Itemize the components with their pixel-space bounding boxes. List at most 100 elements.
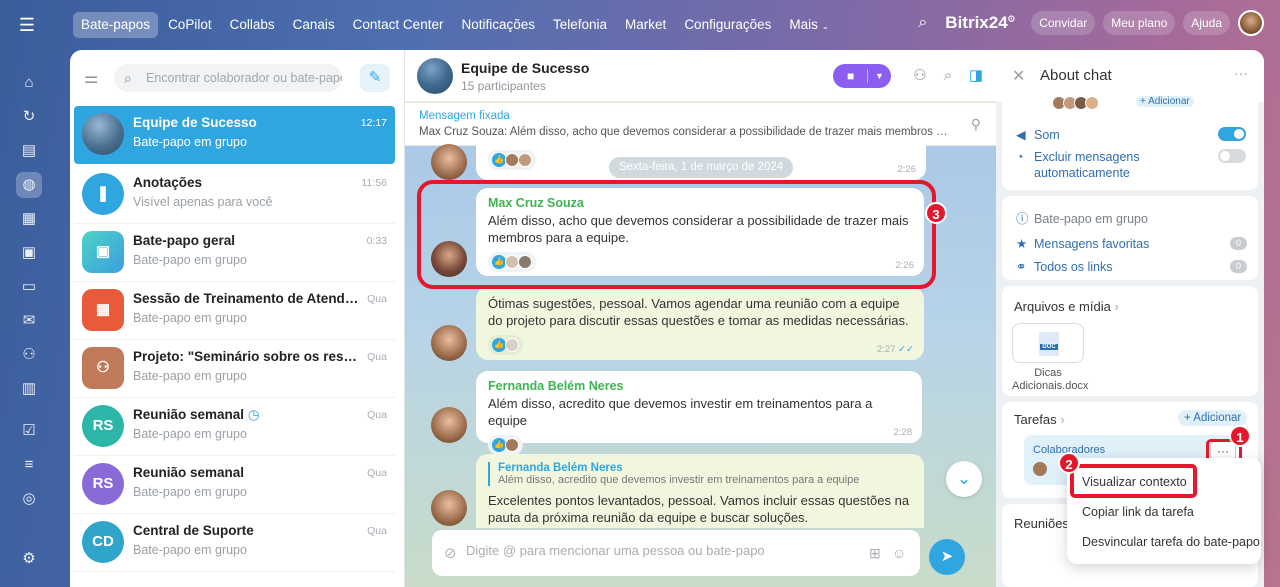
- chat-list-panel: ⚌ ⌕ Encontrar colaborador ou bate-papo ✎ …: [70, 50, 404, 587]
- menu-item-unlink-task[interactable]: Desvincular tarefa do bate-papo: [1082, 535, 1260, 549]
- feed-icon[interactable]: ▤: [16, 138, 42, 164]
- links-row[interactable]: ⚭ Todos os links: [1016, 259, 1113, 274]
- chat-name: Bate-papo geral: [133, 233, 236, 248]
- links-count: 0: [1230, 260, 1247, 273]
- reactions[interactable]: 👍: [488, 335, 523, 355]
- tasks-title[interactable]: Tarefas ›: [1014, 412, 1065, 427]
- chat-list-item[interactable]: CD Central de Suporte Bate-papo em grupo…: [74, 514, 395, 572]
- favorites-row[interactable]: ★ Mensagens favoritas: [1016, 236, 1149, 251]
- quoted-message[interactable]: Fernanda Belém Neres Além disso, acredit…: [488, 462, 912, 486]
- files-title[interactable]: Arquivos e mídia ›: [1014, 299, 1119, 314]
- add-user-icon[interactable]: ⚇: [910, 66, 930, 86]
- clock-icon: ◷: [247, 407, 260, 422]
- crm-icon[interactable]: ▭: [16, 274, 42, 300]
- help-button[interactable]: Ajuda: [1183, 11, 1230, 35]
- chat-time: Qua: [367, 467, 387, 479]
- attach-icon[interactable]: ⊘: [444, 544, 457, 562]
- contacts-icon[interactable]: ⚇: [16, 342, 42, 368]
- brand-logo[interactable]: Bitrix24⊙: [945, 13, 1015, 33]
- nav-configuracoes[interactable]: Configurações: [676, 12, 779, 38]
- chats-icon[interactable]: ◍: [16, 172, 42, 198]
- file-card[interactable]: DOC: [1012, 323, 1084, 363]
- chat-list-item[interactable]: ▦ Sessão de Treinamento de Atendiment...…: [74, 282, 395, 340]
- chat-type-label: Bate-papo em grupo: [1034, 212, 1148, 226]
- tasks-icon[interactable]: ☑: [16, 418, 42, 444]
- nav-bate-papos[interactable]: Bate-papos: [73, 12, 159, 38]
- chat-name-text: Reunião semanal: [133, 407, 245, 422]
- chat-avatar: [82, 113, 124, 155]
- emoji-icon[interactable]: ☺: [892, 545, 906, 561]
- chat-header-avatar[interactable]: [417, 58, 453, 94]
- nav-telefonia[interactable]: Telefonia: [545, 12, 615, 38]
- video-call-button[interactable]: ■ ▼: [833, 64, 891, 88]
- more-icon[interactable]: ···: [1234, 65, 1248, 81]
- pin-icon[interactable]: ⚲: [971, 116, 981, 133]
- mail-icon[interactable]: ✉: [16, 308, 42, 334]
- search-icon[interactable]: ⌕: [938, 66, 958, 86]
- author-avatar[interactable]: [431, 490, 467, 526]
- chat-list-item[interactable]: Equipe de Sucesso Bate-papo em grupo 12:…: [74, 106, 395, 164]
- chat-title[interactable]: Equipe de Sucesso: [461, 60, 589, 76]
- reactions[interactable]: 👍: [488, 150, 536, 170]
- nav-mais[interactable]: Mais ⌄: [781, 12, 837, 38]
- filter-sliders-icon[interactable]: ⚌: [84, 68, 104, 88]
- author-avatar[interactable]: [431, 407, 467, 443]
- nav-canais[interactable]: Canais: [285, 12, 343, 38]
- sidebar-toggle-icon[interactable]: ◨: [966, 66, 986, 86]
- author-avatar[interactable]: [431, 325, 467, 361]
- message-author[interactable]: Fernanda Belém Neres: [488, 379, 910, 393]
- member-avatars[interactable]: [1052, 96, 1099, 110]
- documents-icon[interactable]: ▣: [16, 240, 42, 266]
- sound-toggle[interactable]: [1218, 127, 1246, 141]
- nav-contact-center[interactable]: Contact Center: [345, 12, 452, 38]
- scroll-down-button[interactable]: ⌄: [946, 461, 982, 497]
- message-bubble[interactable]: Ótimas sugestões, pessoal. Vamos agendar…: [476, 287, 924, 360]
- apps-grid-icon[interactable]: ⊞: [869, 545, 881, 562]
- about-title: About chat: [1040, 67, 1112, 84]
- calendar-icon[interactable]: ▦: [16, 206, 42, 232]
- auto-delete-toggle[interactable]: [1218, 149, 1246, 163]
- plan-button[interactable]: Meu plano: [1103, 11, 1176, 35]
- chat-search-input[interactable]: ⌕ Encontrar colaborador ou bate-papo: [114, 64, 342, 92]
- chat-list-header: ⚌ ⌕ Encontrar colaborador ou bate-papo ✎: [70, 50, 404, 106]
- nav-notificacoes[interactable]: Notificações: [453, 12, 543, 38]
- goals-icon[interactable]: ◎: [16, 486, 42, 512]
- home-icon[interactable]: ⌂: [16, 70, 42, 96]
- pinned-text: Max Cruz Souza: Além disso, acho que dev…: [419, 126, 949, 138]
- video-camera-icon: ■: [847, 69, 855, 83]
- chat-list-item[interactable]: RS Reunião semanal ◷ Bate-papo em grupo …: [74, 398, 395, 456]
- filter-icon[interactable]: ≡: [16, 452, 42, 478]
- invite-button[interactable]: Convidar: [1031, 11, 1096, 35]
- message-bubble[interactable]: Fernanda Belém Neres Além disso, acredit…: [476, 454, 924, 528]
- file-name[interactable]: Dicas Adicionais.docx: [1012, 367, 1088, 393]
- settings-gear-icon[interactable]: ⚙: [16, 546, 42, 572]
- nav-market[interactable]: Market: [617, 12, 674, 38]
- message-bubble[interactable]: Fernanda Belém Neres Além disso, acredit…: [476, 371, 922, 455]
- chat-list-item[interactable]: ▣ Bate-papo geral Bate-papo em grupo 0:3…: [74, 224, 395, 282]
- add-member-button[interactable]: + Adicionar: [1136, 96, 1194, 107]
- nav-collabs[interactable]: Collabs: [222, 12, 283, 38]
- sites-icon[interactable]: ▥: [16, 376, 42, 402]
- author-avatar[interactable]: [431, 144, 467, 180]
- user-avatar[interactable]: [1238, 10, 1264, 36]
- new-chat-button[interactable]: ✎: [360, 64, 390, 92]
- chat-list-item[interactable]: ⚇ Projeto: "Seminário sobre os resultado…: [74, 340, 395, 398]
- add-task-button[interactable]: + Adicionar: [1178, 410, 1248, 426]
- hamburger-menu-icon[interactable]: ☰: [16, 14, 38, 36]
- menu-item-copy-link[interactable]: Copiar link da tarefa: [1082, 505, 1194, 519]
- brand-name: Bitrix24: [945, 13, 1008, 32]
- chat-list-item[interactable]: RS Reunião semanal Bate-papo em grupo Qu…: [74, 456, 395, 514]
- chat-list-item[interactable]: ❚ Anotações Visível apenas para você 11:…: [74, 166, 395, 224]
- meetings-title[interactable]: Reuniões: [1014, 516, 1069, 531]
- close-icon[interactable]: ✕: [1012, 66, 1025, 86]
- flow-icon[interactable]: ↻: [16, 104, 42, 130]
- callout-1: 1: [1229, 425, 1251, 447]
- reactions[interactable]: 👍: [488, 435, 523, 455]
- message-composer[interactable]: ⊘ Digite @ para mencionar uma pessoa ou …: [432, 530, 920, 576]
- callout-2: 2: [1058, 452, 1080, 474]
- chat-avatar: RS: [82, 463, 124, 505]
- search-icon[interactable]: ⌕: [918, 14, 927, 32]
- send-button[interactable]: ➤: [929, 539, 965, 575]
- nav-copilot[interactable]: CoPilot: [160, 12, 220, 38]
- participants-count[interactable]: 15 participantes: [461, 79, 546, 93]
